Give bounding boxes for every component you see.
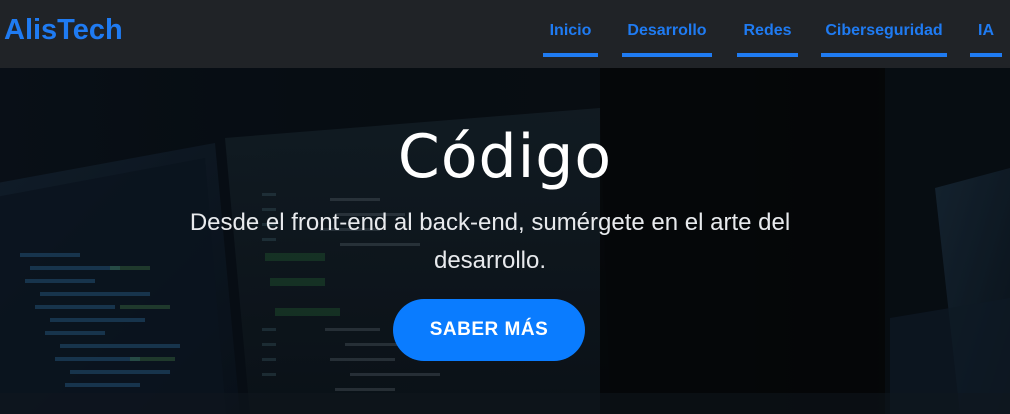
nav-active-underline	[543, 53, 598, 57]
hero-subtitle: Desde el front-end al back-end, sumérget…	[189, 209, 791, 274]
brand-logo[interactable]: AlisTech	[4, 14, 123, 47]
navbar: AlisTech Inicio Desarrollo Redes Ciberse…	[0, 0, 1010, 68]
nav-active-underline	[622, 53, 712, 57]
nav-active-underline	[970, 53, 1002, 57]
page: AlisTech Inicio Desarrollo Redes Ciberse…	[0, 0, 1010, 414]
hero-title: Código	[397, 122, 613, 193]
nav-item-ia[interactable]: IA	[970, 0, 1002, 68]
nav-active-underline	[737, 53, 798, 57]
nav-item-label: Redes	[743, 22, 792, 39]
nav-item-redes[interactable]: Redes	[737, 0, 798, 68]
hero-section: Código Desde el front-end al back-end, s…	[0, 68, 1010, 414]
nav-item-label: Desarrollo	[627, 22, 707, 39]
nav-item-label: Ciberseguridad	[825, 22, 943, 39]
nav-item-label: Inicio	[549, 22, 592, 39]
nav-item-label: IA	[978, 22, 994, 39]
nav-item-inicio[interactable]: Inicio	[543, 0, 598, 68]
saber-mas-button[interactable]: SABER MÁS	[393, 299, 585, 361]
nav-item-ciberseguridad[interactable]: Ciberseguridad	[821, 0, 947, 68]
nav-active-underline	[821, 53, 947, 57]
nav-item-desarrollo[interactable]: Desarrollo	[622, 0, 712, 68]
